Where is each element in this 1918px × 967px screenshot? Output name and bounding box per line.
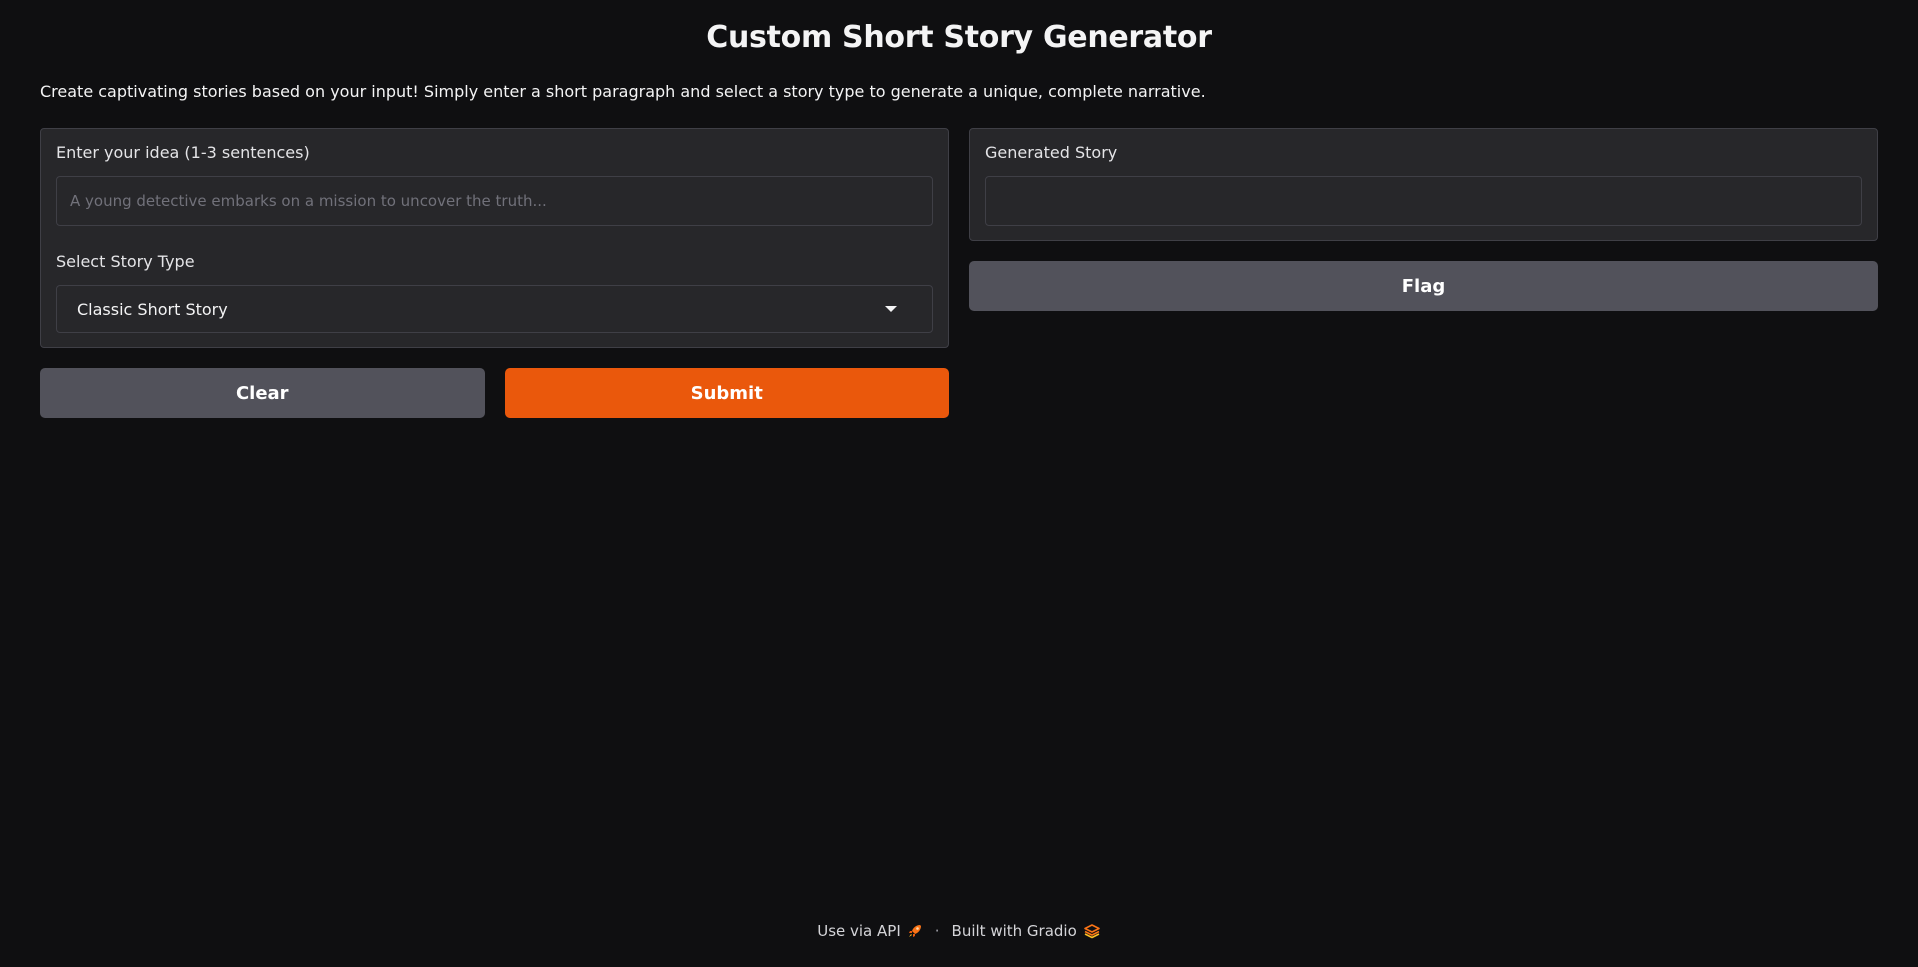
use-via-api-link[interactable]: Use via API <box>817 922 923 940</box>
idea-label: Enter your idea (1-3 sentences) <box>56 143 310 162</box>
input-panel: Enter your idea (1-3 sentences) Select S… <box>40 128 949 348</box>
output-panel: Generated Story <box>969 128 1878 241</box>
rocket-icon <box>907 923 923 939</box>
story-type-selected-value: Classic Short Story <box>77 299 228 319</box>
submit-button[interactable]: Submit <box>504 368 949 418</box>
input-column: Enter your idea (1-3 sentences) Select S… <box>40 128 949 418</box>
main-columns: Enter your idea (1-3 sentences) Select S… <box>40 128 1878 418</box>
page-description: Create captivating stories based on your… <box>40 82 1206 101</box>
generated-story-output[interactable] <box>985 176 1862 226</box>
story-type-label: Select Story Type <box>56 252 195 271</box>
page-title: Custom Short Story Generator <box>706 20 1212 55</box>
field-spacer <box>56 226 933 252</box>
output-column: Generated Story Flag <box>969 128 1878 418</box>
idea-input[interactable] <box>56 176 933 226</box>
built-with-label: Built with Gradio <box>951 922 1077 940</box>
generated-story-label: Generated Story <box>985 143 1118 162</box>
footer-separator: · <box>934 922 940 940</box>
footer: Use via API · Built with Gradio <box>0 922 1918 940</box>
built-with-gradio-link[interactable]: Built with Gradio <box>952 922 1101 940</box>
api-link-label: Use via API <box>817 922 901 940</box>
gradio-logo-icon <box>1083 923 1101 939</box>
flag-wrapper: Flag <box>969 261 1878 311</box>
action-buttons: Clear Submit <box>40 368 949 418</box>
clear-button[interactable]: Clear <box>40 368 485 418</box>
app-container: Custom Short Story Generator Create capt… <box>0 0 1918 967</box>
story-type-dropdown[interactable]: Classic Short Story <box>56 285 933 333</box>
chevron-down-icon <box>885 306 897 312</box>
flag-button[interactable]: Flag <box>969 261 1878 311</box>
